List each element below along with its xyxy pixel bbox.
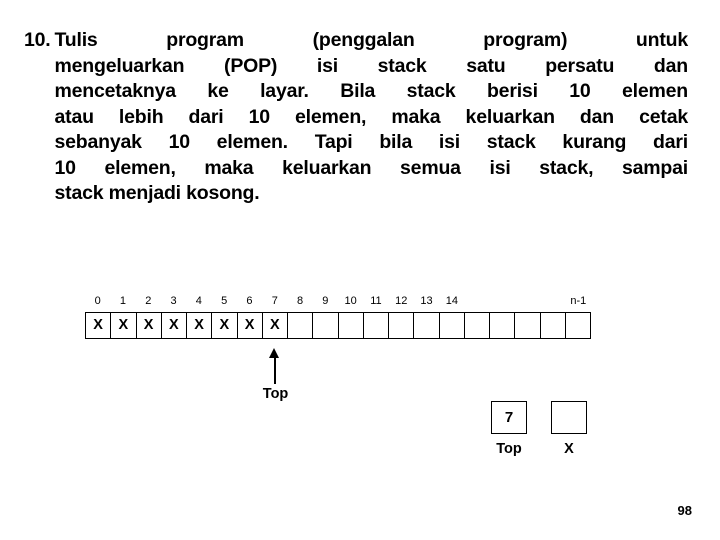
array-cell: X: [111, 313, 137, 338]
array-index-label: 10: [344, 295, 357, 307]
array-index-label: 5: [221, 295, 228, 307]
question-number: 10.: [24, 29, 51, 51]
array-index-label: 14: [445, 295, 458, 307]
array-index-label: 13: [420, 295, 433, 307]
variable-slot-top: 7 Top: [491, 401, 527, 457]
array-cell: X: [187, 313, 213, 338]
page-number: 98: [677, 503, 692, 518]
array-cell: X: [212, 313, 238, 338]
array-index-label: 6: [246, 295, 253, 307]
array-cell: [364, 313, 389, 338]
array-index-label: 2: [145, 295, 152, 307]
array-index-label: 9: [322, 295, 329, 307]
array-cell: [490, 313, 516, 338]
question-block: 10. Tulis program (penggalan program) un…: [24, 28, 688, 207]
array-cell: [541, 313, 566, 338]
question-text: Tulis program (penggalan program) untuk …: [54, 28, 689, 207]
arrow-shaft: [273, 356, 276, 384]
array-index-label: 4: [195, 295, 202, 307]
variable-value-box: 7: [491, 401, 527, 434]
array-cell: X: [238, 313, 263, 338]
stack-array-diagram: 0 1 2 3 4 5 6 7 8 9 10 11 12 13 14 n-1 XXXXXXXX: [85, 294, 591, 339]
array-index-labels: 0 1 2 3 4 5 6 7 8 9 10 11 12 13 14 n-1: [85, 294, 591, 312]
array-cell: [440, 313, 465, 338]
array-index-label: 1: [119, 295, 126, 307]
array-cells-row: XXXXXXXX: [85, 312, 591, 339]
question-line: stack menjadi kosong.: [54, 182, 260, 204]
array-index-label: 7: [271, 295, 278, 307]
array-last-index-label: n-1: [570, 295, 587, 307]
top-pointer-label: Top: [262, 386, 289, 402]
variable-value-box: [551, 401, 587, 434]
question-line: sebanyak 10 elemen. Tapi bila isi stack …: [54, 131, 689, 153]
question-line: mencetaknya ke layar. Bila stack berisi …: [54, 80, 689, 102]
array-index-label: 12: [395, 295, 408, 307]
variable-name-label: X: [564, 441, 574, 457]
array-cell: [288, 313, 314, 338]
array-cell: [566, 313, 590, 338]
question-line: atau lebih dari 10 elemen, maka keluarka…: [54, 105, 689, 128]
array-cell: [414, 313, 440, 338]
question-line: Tulis program (penggalan program) untuk: [54, 29, 689, 51]
array-cell: [313, 313, 339, 338]
array-cell: X: [263, 313, 288, 338]
variable-name-label: Top: [496, 441, 522, 457]
array-cell: [339, 313, 364, 338]
array-index-label: 0: [94, 295, 101, 307]
array-cell: [465, 313, 490, 338]
array-index-label: 3: [170, 295, 177, 307]
array-index-label: 11: [370, 295, 382, 307]
variable-slot-x: X: [551, 401, 587, 457]
array-cell: [515, 313, 541, 338]
array-cell: X: [86, 313, 112, 338]
slide: 10. Tulis program (penggalan program) un…: [0, 0, 720, 540]
array-cell: X: [137, 313, 162, 338]
array-index-label: 8: [296, 295, 304, 307]
array-cell: X: [162, 313, 187, 338]
question-line: mengeluarkan (POP) isi stack satu persat…: [54, 54, 689, 77]
array-cell: [389, 313, 415, 338]
question-line: 10 elemen, maka keluarkan semua isi stac…: [54, 156, 689, 179]
